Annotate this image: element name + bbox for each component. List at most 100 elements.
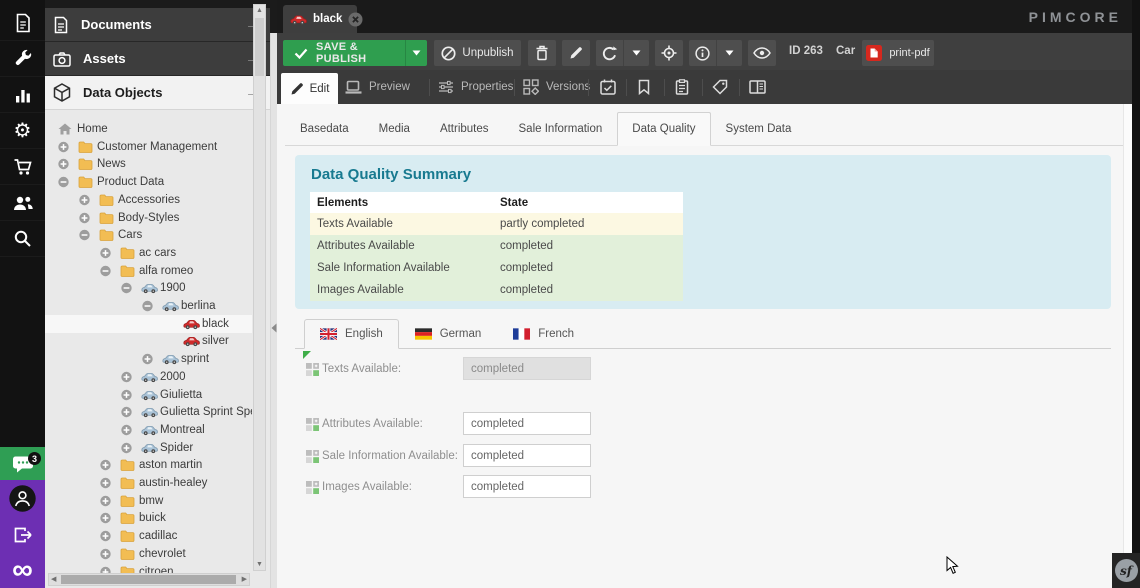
tree-item-1900[interactable]: 1900 bbox=[45, 279, 252, 297]
expand-plus-icon[interactable] bbox=[142, 354, 153, 365]
tree-item-home[interactable]: Home bbox=[45, 120, 252, 138]
tree-item-2000[interactable]: 2000 bbox=[45, 368, 252, 386]
scroll-down-icon[interactable]: ▼ bbox=[254, 559, 265, 570]
collapse-minus-icon[interactable] bbox=[121, 283, 132, 294]
scroll-right-icon[interactable]: ▶ bbox=[242, 574, 247, 585]
expand-plus-icon[interactable] bbox=[79, 212, 90, 223]
language-tab-french[interactable]: French bbox=[497, 319, 590, 349]
user-profile-button[interactable] bbox=[0, 480, 45, 517]
save-publish-button[interactable]: SAVE & PUBLISH bbox=[283, 40, 427, 66]
rail-item-ecommerce-icon[interactable] bbox=[0, 149, 45, 185]
tab-edit[interactable]: Edit bbox=[281, 73, 338, 104]
rail-item-reports-icon[interactable] bbox=[0, 77, 45, 113]
content-tab-sale-information[interactable]: Sale Information bbox=[504, 112, 618, 146]
scroll-left-icon[interactable]: ◀ bbox=[51, 574, 56, 585]
tab-black[interactable]: black bbox=[283, 5, 357, 33]
notes-events-button[interactable] bbox=[668, 74, 696, 100]
reload-options-caret[interactable] bbox=[623, 40, 649, 66]
field-value-input[interactable] bbox=[463, 357, 591, 380]
tree-item-news[interactable]: News bbox=[45, 155, 252, 173]
delete-button[interactable] bbox=[528, 40, 556, 66]
tree-item-accessories[interactable]: Accessories bbox=[45, 191, 252, 209]
tree-item-product-data[interactable]: Product Data bbox=[45, 173, 252, 191]
tree-item-giulietta[interactable]: Giulietta bbox=[45, 386, 252, 404]
tree-hscroll-thumb[interactable] bbox=[61, 575, 236, 584]
field-value-input[interactable] bbox=[463, 444, 591, 467]
locate-in-tree-button[interactable] bbox=[655, 40, 683, 66]
expand-plus-icon[interactable] bbox=[58, 159, 69, 170]
rename-button[interactable] bbox=[562, 40, 590, 66]
field-value-input[interactable] bbox=[463, 412, 591, 435]
tab-versions[interactable]: Versions bbox=[523, 70, 590, 104]
unpublish-button[interactable]: Unpublish bbox=[434, 40, 521, 66]
language-tab-english[interactable]: English bbox=[304, 319, 399, 349]
tree-vertical-scrollbar[interactable]: ▲ ▼ bbox=[253, 4, 266, 571]
rail-item-search-icon[interactable] bbox=[0, 221, 45, 257]
info-options-caret[interactable] bbox=[716, 40, 742, 66]
rail-item-customers-icon[interactable] bbox=[0, 185, 45, 221]
bookmark-button[interactable] bbox=[630, 74, 658, 100]
content-tab-data-quality[interactable]: Data Quality bbox=[617, 112, 710, 146]
tree-item-berlina[interactable]: berlina bbox=[45, 297, 252, 315]
collapse-sidebar-icon[interactable] bbox=[271, 323, 277, 333]
tree-horizontal-scrollbar[interactable]: ◀ ▶ bbox=[48, 573, 250, 586]
tree-item-cars[interactable]: Cars bbox=[45, 226, 252, 244]
tree-item-bmw[interactable]: bmw bbox=[45, 492, 252, 510]
logout-button[interactable] bbox=[0, 517, 45, 553]
tree-item-ac-cars[interactable]: ac cars bbox=[45, 244, 252, 262]
close-tab-icon[interactable] bbox=[348, 12, 363, 27]
tree-item-customer-management[interactable]: Customer Management bbox=[45, 138, 252, 156]
language-tab-german[interactable]: German bbox=[399, 319, 498, 349]
symfony-toolbar-toggle[interactable]: sf bbox=[1112, 553, 1140, 588]
tree-item-buick[interactable]: buick bbox=[45, 509, 252, 527]
expand-plus-icon[interactable] bbox=[100, 247, 111, 258]
content-tab-attributes[interactable]: Attributes bbox=[425, 112, 504, 146]
tree-item-chevrolet[interactable]: chevrolet bbox=[45, 545, 252, 563]
tree-item-gulietta-sprint-specia[interactable]: Gulietta Sprint Specia bbox=[45, 403, 252, 421]
open-preview-button[interactable] bbox=[748, 40, 776, 66]
notifications-button[interactable]: 3 bbox=[0, 447, 45, 480]
tree-item-alfa-romeo[interactable]: alfa romeo bbox=[45, 262, 252, 280]
tree-item-sprint[interactable]: sprint bbox=[45, 350, 252, 368]
tree-item-aston-martin[interactable]: aston martin bbox=[45, 456, 252, 474]
collapse-minus-icon[interactable] bbox=[58, 177, 69, 188]
expand-plus-icon[interactable] bbox=[79, 194, 90, 205]
save-options-caret[interactable] bbox=[405, 40, 427, 66]
reload-button[interactable] bbox=[596, 40, 649, 66]
rail-item-documents-icon[interactable] bbox=[0, 5, 45, 41]
rail-item-settings-icon[interactable]: ⚙ bbox=[0, 113, 45, 149]
tree-item-silver[interactable]: silver bbox=[45, 332, 252, 350]
rail-item-tools-icon[interactable] bbox=[0, 41, 45, 77]
expand-plus-icon[interactable] bbox=[100, 531, 111, 542]
content-tab-media[interactable]: Media bbox=[364, 112, 425, 146]
field-value-input[interactable] bbox=[463, 475, 591, 498]
scroll-up-icon[interactable]: ▲ bbox=[254, 5, 265, 16]
expand-plus-icon[interactable] bbox=[100, 548, 111, 559]
tree-item-cadillac[interactable]: cadillac bbox=[45, 527, 252, 545]
expand-plus-icon[interactable] bbox=[100, 478, 111, 489]
expand-plus-icon[interactable] bbox=[100, 460, 111, 471]
tree-item-body-styles[interactable]: Body-Styles bbox=[45, 209, 252, 227]
sidebar-panel-data-objects[interactable]: Data Objects → bbox=[45, 76, 270, 110]
layout-button[interactable] bbox=[743, 74, 771, 100]
print-pdf-button[interactable]: print-pdf bbox=[862, 40, 934, 66]
tree-item-spider[interactable]: Spider bbox=[45, 439, 252, 457]
expand-plus-icon[interactable] bbox=[121, 424, 132, 435]
expand-plus-icon[interactable] bbox=[58, 141, 69, 152]
expand-plus-icon[interactable] bbox=[100, 495, 111, 506]
sidebar-panel-assets[interactable]: Assets → bbox=[45, 42, 270, 76]
tab-properties[interactable]: Properties bbox=[438, 70, 513, 104]
sidebar-splitter[interactable] bbox=[270, 33, 277, 588]
collapse-minus-icon[interactable] bbox=[79, 230, 90, 241]
schedule-button[interactable] bbox=[594, 74, 622, 100]
pimcore-logo-button[interactable]: ∞ bbox=[0, 553, 45, 588]
tree-vscroll-thumb[interactable] bbox=[255, 18, 264, 76]
sidebar-panel-documents[interactable]: Documents → bbox=[45, 8, 270, 42]
tree-item-montreal[interactable]: Montreal bbox=[45, 421, 252, 439]
content-tab-system-data[interactable]: System Data bbox=[711, 112, 807, 146]
content-tab-basedata[interactable]: Basedata bbox=[285, 112, 364, 146]
expand-plus-icon[interactable] bbox=[121, 371, 132, 382]
tab-preview[interactable]: Preview bbox=[345, 70, 410, 104]
expand-plus-icon[interactable] bbox=[100, 513, 111, 524]
expand-plus-icon[interactable] bbox=[121, 389, 132, 400]
